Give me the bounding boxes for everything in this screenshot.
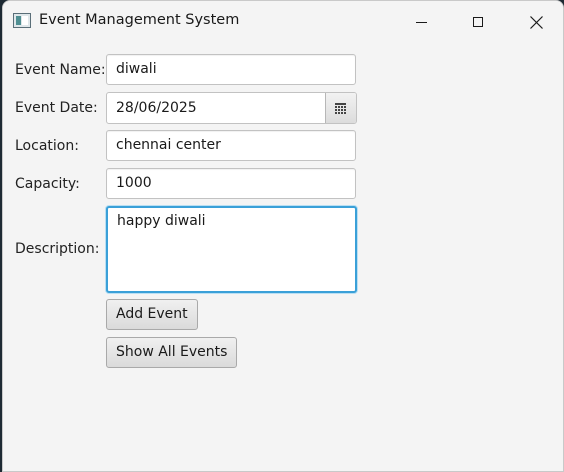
minimize-icon [415,21,427,23]
add-event-button[interactable]: Add Event [106,299,198,330]
location-label: Location: [15,138,79,154]
event-name-input[interactable]: diwali [106,54,356,85]
description-label: Description: [15,241,100,257]
show-all-events-button[interactable]: Show All Events [106,337,238,368]
app-window: Event Management System Event Name: diwa… [2,0,564,472]
event-date-label: Event Date: [15,100,98,116]
capacity-label: Capacity: [15,176,80,192]
location-input[interactable]: chennai center [106,130,356,161]
event-name-label: Event Name: [15,62,106,78]
date-picker-button[interactable] [325,93,356,123]
close-icon [529,15,543,29]
maximize-icon [473,17,483,27]
calendar-icon [335,102,347,114]
event-date-input[interactable]: 28/06/2025 [116,93,197,123]
title-bar[interactable]: Event Management System [3,1,563,43]
capacity-input[interactable]: 1000 [106,168,356,199]
event-form: Event Name: diwali Event Date: 28/06/202… [3,43,563,471]
description-textarea[interactable]: happy diwali [106,206,357,293]
app-window-icon [13,13,31,28]
event-date-picker[interactable]: 28/06/2025 [106,92,357,124]
close-button[interactable] [513,1,559,43]
window-title: Event Management System [39,12,240,28]
maximize-button[interactable] [455,1,501,43]
minimize-button[interactable] [398,1,444,43]
